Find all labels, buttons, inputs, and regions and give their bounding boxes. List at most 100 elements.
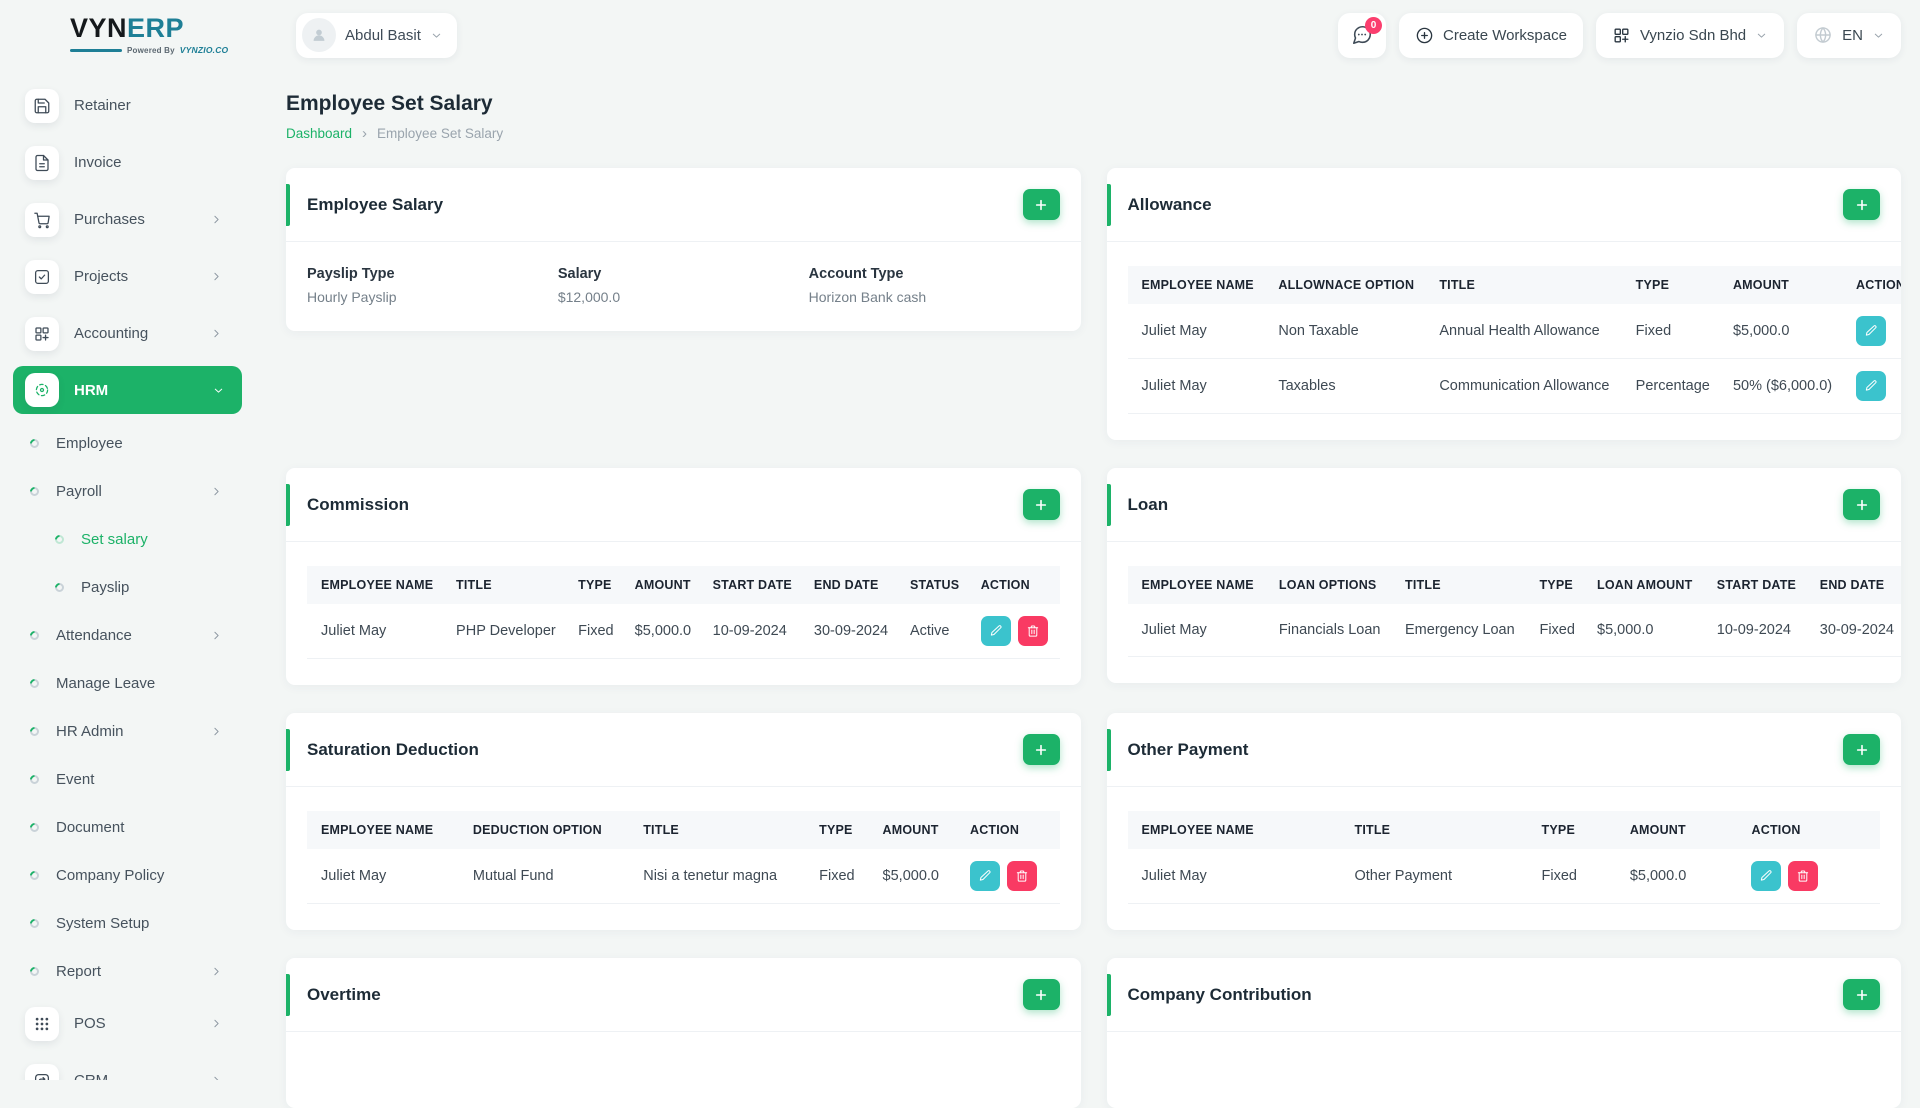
sidebar-item-document[interactable]: Document — [0, 803, 247, 851]
sidebar-item-pos[interactable]: POS — [0, 995, 247, 1052]
sidebar-item-employee[interactable]: Employee — [0, 419, 247, 467]
sidebar-item-system-setup[interactable]: System Setup — [0, 899, 247, 947]
bullet-icon — [28, 484, 41, 498]
card-accent — [286, 974, 290, 1016]
sidebar-item-purchases[interactable]: Purchases — [0, 191, 247, 248]
table-row: Juliet May Taxables Communication Allowanc… — [1127, 358, 1901, 414]
bullet-icon — [28, 916, 41, 930]
edit-button[interactable] — [969, 861, 1000, 891]
chevron-right-icon — [210, 629, 223, 642]
add-allowance-button[interactable] — [1843, 189, 1880, 220]
table-cell: Other Payment — [1344, 849, 1532, 904]
column-header: EMPLOYEE NAME — [1127, 811, 1345, 849]
table-cell: Juliet May — [1127, 358, 1269, 414]
saturation-deduction-table: EMPLOYEE NAME DEDUCTION OPTION TITLE TYPE AM… — [307, 811, 1060, 904]
sidebar: Retainer Invoice Purchases Projects Accounti… — [0, 70, 247, 1080]
language-selector[interactable]: EN — [1797, 12, 1901, 58]
sidebar-item-payroll[interactable]: Payroll — [0, 467, 247, 515]
sidebar-item-crm[interactable]: CRM — [0, 1052, 247, 1080]
plus-icon — [1033, 497, 1049, 513]
sidebar-item-invoice[interactable]: Invoice — [0, 134, 247, 191]
plus-icon — [1033, 987, 1049, 1003]
user-menu[interactable]: Abdul Basit — [296, 12, 457, 58]
bullet-icon — [28, 676, 41, 690]
column-header: EMPLOYEE NAME — [307, 566, 447, 604]
add-loan-button[interactable] — [1843, 489, 1880, 520]
card-title: Commission — [307, 494, 410, 514]
brand-logo[interactable]: VYNERP Powered By VYNZIO.CO — [0, 15, 247, 55]
sidebar-item-manage-leave[interactable]: Manage Leave — [0, 659, 247, 707]
add-company-contribution-button[interactable] — [1843, 979, 1880, 1010]
saturation-deduction-card: Saturation Deduction EMPLOYEE NAME DEDUCT… — [286, 713, 1081, 930]
table-cell: PHP Developer — [446, 604, 569, 659]
pencil-icon — [1759, 869, 1773, 883]
card-accent — [286, 184, 290, 226]
sidebar-item-label: CRM — [74, 1072, 108, 1080]
edit-button[interactable] — [980, 616, 1011, 646]
allowance-card: Allowance EMPLOYEE NAME ALLOWNACE OPTION T… — [1106, 168, 1901, 440]
chevron-down-icon — [430, 29, 443, 42]
chevron-right-icon — [210, 965, 223, 978]
sidebar-item-label: Document — [56, 818, 125, 836]
bullet-icon — [28, 724, 41, 738]
column-header: TYPE — [1529, 566, 1587, 604]
sidebar-item-event[interactable]: Event — [0, 755, 247, 803]
breadcrumb-dashboard-link[interactable]: Dashboard — [286, 126, 352, 141]
trash-icon — [1015, 869, 1029, 883]
plus-icon — [1854, 497, 1870, 513]
field-label: Account Type — [808, 266, 904, 282]
sidebar-item-company-policy[interactable]: Company Policy — [0, 851, 247, 899]
add-overtime-button[interactable] — [1022, 979, 1060, 1010]
retainer-icon — [25, 88, 59, 123]
delete-button[interactable] — [1788, 861, 1819, 891]
column-header: END DATE — [1809, 566, 1901, 604]
sidebar-item-report[interactable]: Report — [0, 947, 247, 995]
add-saturation-deduction-button[interactable] — [1022, 734, 1060, 765]
column-header: TITLE — [1344, 811, 1532, 849]
sidebar-item-accounting[interactable]: Accounting — [0, 305, 247, 362]
sidebar-item-payslip[interactable]: Payslip — [0, 563, 247, 611]
row-actions — [1846, 304, 1901, 359]
table-cell: 50% ($6,000.0) — [1722, 358, 1847, 414]
sidebar-item-hrm[interactable]: HRM — [13, 366, 242, 414]
edit-button[interactable] — [1856, 371, 1887, 401]
topbar: VYNERP Powered By VYNZIO.CO Abdul Basit … — [0, 0, 1920, 70]
sidebar-item-set-salary[interactable]: Set salary — [0, 515, 247, 563]
table-cell: Annual Health Allowance — [1429, 304, 1626, 359]
add-other-payment-button[interactable] — [1843, 734, 1880, 765]
create-workspace-button[interactable]: Create Workspace — [1399, 12, 1583, 58]
field-label: Payslip Type — [307, 266, 395, 282]
column-header: AMOUNT — [624, 566, 703, 604]
projects-icon — [25, 259, 59, 294]
column-header: TYPE — [1625, 266, 1723, 304]
add-commission-button[interactable] — [1022, 489, 1060, 520]
column-header: START DATE — [702, 566, 804, 604]
delete-button[interactable] — [1006, 861, 1037, 891]
add-employee-salary-button[interactable] — [1022, 189, 1060, 220]
sidebar-item-attendance[interactable]: Attendance — [0, 611, 247, 659]
bullet-icon — [28, 628, 41, 642]
sidebar-item-label: Projects — [74, 268, 129, 285]
edit-button[interactable] — [1751, 861, 1782, 891]
accounting-icon — [25, 316, 59, 351]
chevron-right-icon — [210, 270, 223, 283]
other-payment-card: Other Payment EMPLOYEE NAME TITLE TYPE AMOU… — [1106, 713, 1901, 930]
sidebar-item-hr-admin[interactable]: HR Admin — [0, 707, 247, 755]
workspace-selector[interactable]: Vynzio Sdn Bhd — [1595, 12, 1785, 58]
table-cell: Fixed — [809, 849, 873, 904]
edit-button[interactable] — [1856, 316, 1887, 346]
delete-button[interactable] — [1017, 616, 1048, 646]
card-accent — [286, 484, 290, 526]
chevron-right-icon — [210, 1074, 223, 1080]
table-row: Juliet May Non Taxable Annual Health Allow… — [1127, 304, 1901, 359]
chat-button[interactable]: 0 — [1338, 12, 1387, 58]
column-header: TITLE — [1395, 566, 1530, 604]
column-header: START DATE — [1706, 566, 1810, 604]
sidebar-item-projects[interactable]: Projects — [0, 248, 247, 305]
sidebar-item-retainer[interactable]: Retainer — [0, 77, 247, 134]
plus-icon — [1854, 987, 1870, 1003]
sidebar-item-label: System Setup — [56, 914, 150, 932]
plus-icon — [1854, 197, 1870, 213]
table-cell: Active — [899, 604, 971, 659]
column-header: EMPLOYEE NAME — [307, 811, 463, 849]
